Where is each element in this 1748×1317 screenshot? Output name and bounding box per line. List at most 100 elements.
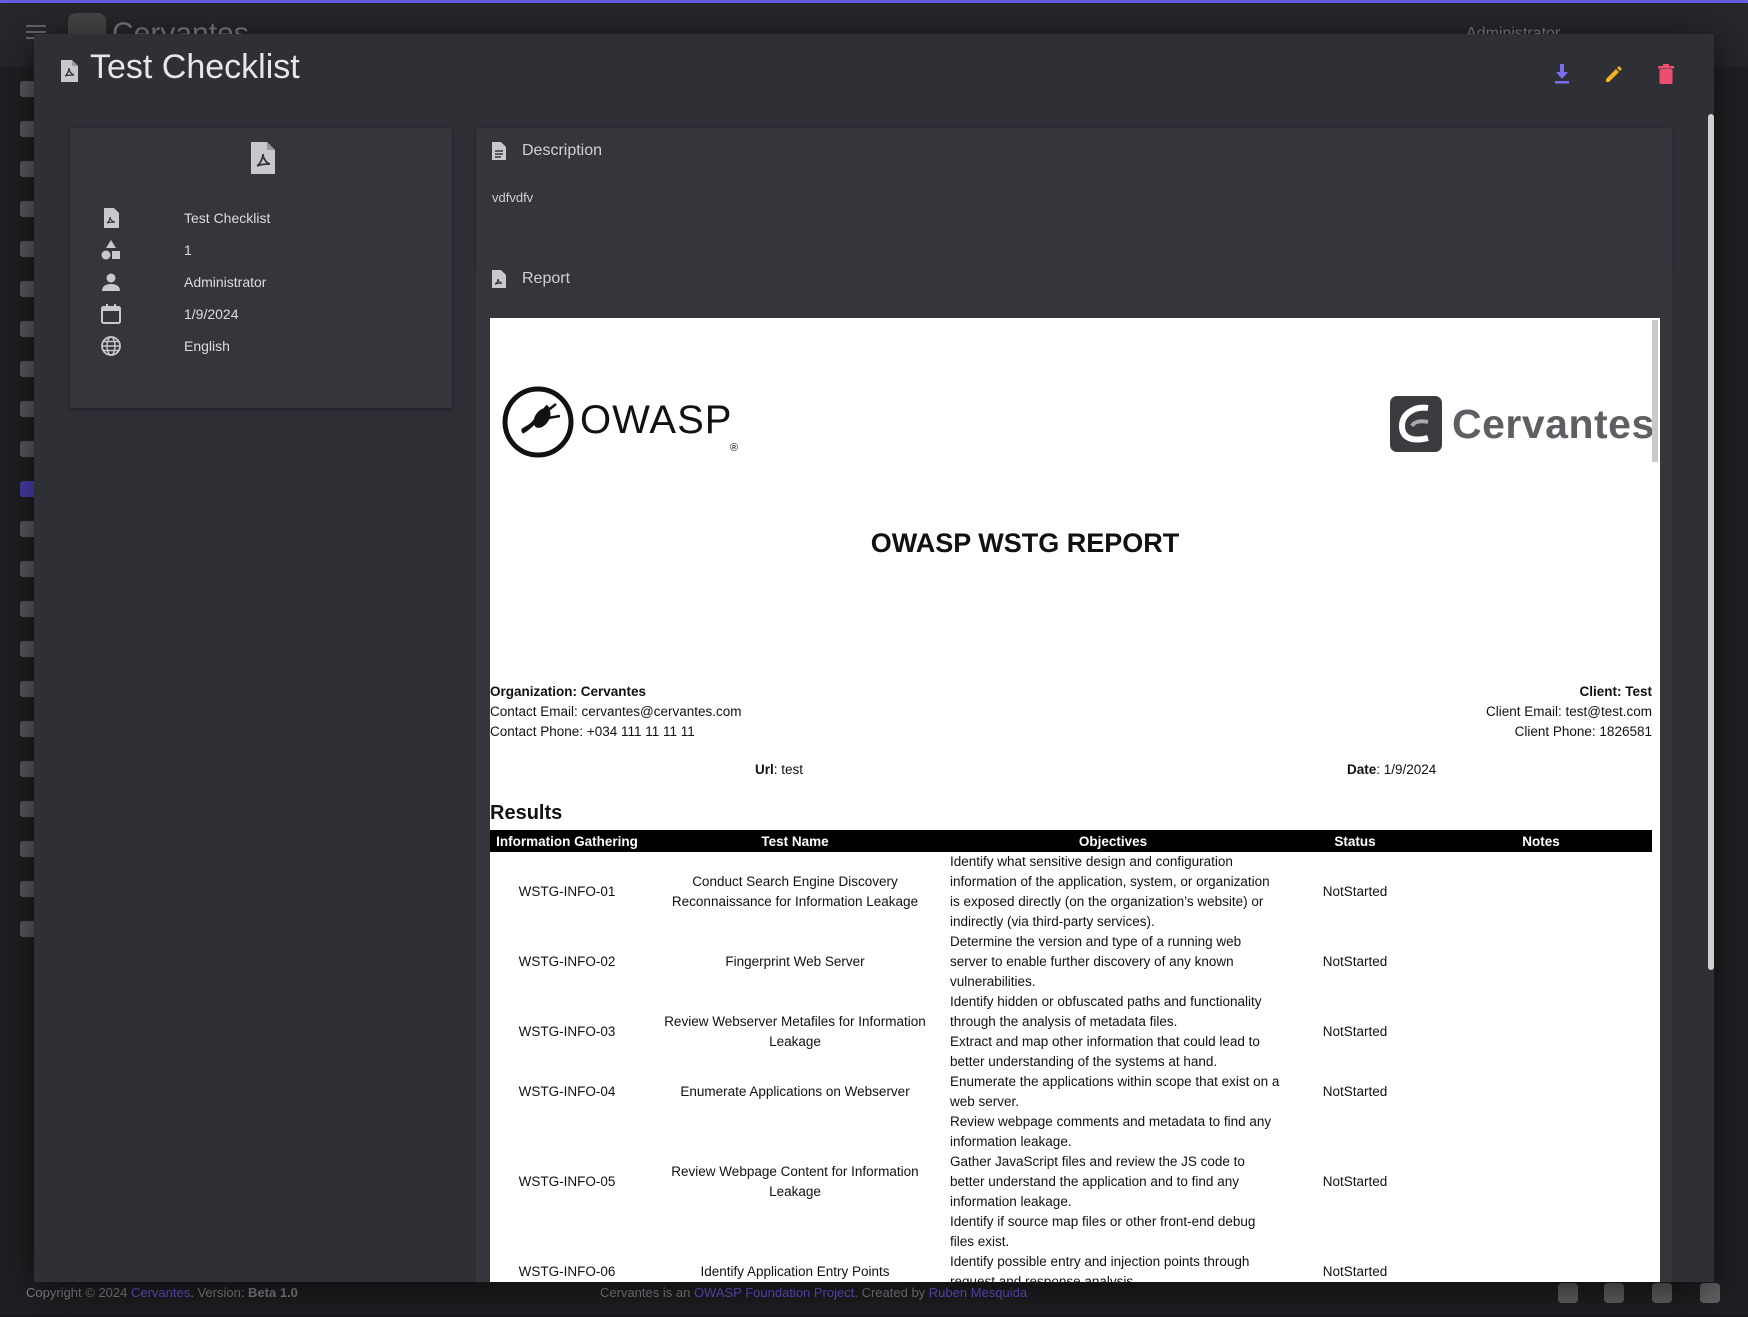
- test-id: WSTG-INFO-05: [518, 1174, 616, 1189]
- info-count: 1: [184, 242, 192, 258]
- contact-phone: Contact Phone: +034 111 11 11 11: [490, 724, 695, 739]
- test-objectives: Review webpage comments and metadata to …: [950, 1114, 1272, 1249]
- download-button[interactable]: [1548, 60, 1576, 88]
- trash-icon: [1658, 64, 1674, 84]
- test-name: Review Webpage Content for Information L…: [671, 1164, 919, 1199]
- test-notes: [1430, 1112, 1652, 1252]
- cervantes-logo-icon: [1390, 396, 1442, 452]
- description-icon: [492, 142, 506, 160]
- test-objectives: Identify possible entry and injection po…: [950, 1254, 1250, 1282]
- report-label: Report: [522, 270, 571, 287]
- client-email: Client Email: test@test.com: [1485, 704, 1652, 719]
- test-name: Review Webserver Metafiles for Informati…: [664, 1014, 926, 1049]
- column-header: Status: [1280, 830, 1430, 852]
- info-name-row: Test Checklist: [100, 206, 270, 230]
- info-user-row: Administrator: [100, 270, 266, 294]
- footer-cervantes-link[interactable]: Cervantes: [131, 1285, 190, 1300]
- owasp-logo-text: OWASP: [580, 398, 733, 442]
- edit-button[interactable]: [1600, 60, 1628, 88]
- description-heading: Description: [492, 142, 602, 160]
- test-id: WSTG-INFO-06: [518, 1264, 616, 1279]
- owasp-wasp-icon: [502, 386, 574, 458]
- delete-button[interactable]: [1652, 60, 1680, 88]
- test-notes: [1430, 1072, 1652, 1112]
- pdf-file-icon: [61, 60, 78, 82]
- info-date-row: 1/9/2024: [100, 302, 239, 326]
- twitter-icon[interactable]: [1558, 1283, 1578, 1303]
- test-name: Enumerate Applications on Webserver: [680, 1084, 910, 1099]
- download-icon: [1555, 64, 1569, 84]
- table-row: WSTG-INFO-01 Conduct Search Engine Disco…: [490, 852, 1652, 932]
- table-row: WSTG-INFO-03 Review Webserver Metafiles …: [490, 992, 1652, 1072]
- footer-owasp-link[interactable]: OWASP Foundation Project: [694, 1285, 854, 1300]
- table-row: WSTG-INFO-06 Identify Application Entry …: [490, 1252, 1652, 1282]
- dialog-title: Test Checklist: [90, 48, 300, 86]
- info-language-row: English: [100, 334, 230, 358]
- docs-icon[interactable]: [1652, 1283, 1672, 1303]
- test-status: NotStarted: [1322, 1024, 1388, 1039]
- dialog-header: Test Checklist: [34, 34, 1714, 112]
- info-language: English: [184, 338, 230, 354]
- report-preview[interactable]: OWASP ® Cervantes OWASP WSTG REPORT Orga…: [490, 318, 1660, 1282]
- report-date: Date: 1/9/2024: [1347, 762, 1437, 777]
- footer-author-link[interactable]: Ruben Mesquida: [929, 1285, 1027, 1300]
- results-heading: Results: [490, 802, 563, 824]
- results-header-row: Information Gathering Test Name Objectiv…: [490, 830, 1652, 852]
- organization-block: Organization: Cervantes Contact Email: c…: [490, 682, 742, 742]
- report-url: Url: test: [755, 762, 804, 777]
- description-text: vdfvdfv: [492, 190, 534, 205]
- calendar-icon: [101, 304, 121, 324]
- test-objectives: Identify hidden or obfuscated paths and …: [950, 994, 1262, 1069]
- test-notes: [1430, 932, 1652, 992]
- test-name: Conduct Search Engine Discovery Reconnai…: [671, 874, 919, 909]
- column-header: Test Name: [644, 830, 946, 852]
- organization-label: Organization:: [490, 684, 581, 699]
- info-date: 1/9/2024: [184, 306, 239, 322]
- checklist-info-card: Test Checklist 1 Administrator 1/9/2024 …: [70, 128, 452, 408]
- globe-icon: [101, 336, 121, 356]
- test-status: NotStarted: [1322, 1264, 1388, 1279]
- discord-icon[interactable]: [1604, 1283, 1624, 1303]
- table-row: WSTG-INFO-05 Review Webpage Content for …: [490, 1112, 1652, 1252]
- pdf-file-icon: [104, 208, 119, 228]
- footer-credits: Cervantes is an OWASP Foundation Project…: [600, 1285, 1028, 1300]
- test-status: NotStarted: [1322, 884, 1388, 899]
- report-preview-scrollbar[interactable]: [1652, 320, 1658, 462]
- report-title: OWASP WSTG REPORT: [870, 528, 1180, 558]
- test-name: Identify Application Entry Points: [700, 1264, 890, 1279]
- test-name: Fingerprint Web Server: [725, 954, 865, 969]
- info-user: Administrator: [184, 274, 267, 290]
- pdf-file-icon: [251, 142, 275, 174]
- results-table: Information Gathering Test Name Objectiv…: [490, 830, 1652, 1282]
- client-name: Test: [1625, 684, 1652, 699]
- pencil-icon: [1606, 66, 1622, 82]
- github-icon[interactable]: [1700, 1283, 1720, 1303]
- table-row: WSTG-INFO-02 Fingerprint Web Server Dete…: [490, 932, 1652, 992]
- footer-copyright: Copyright © 2024 Cervantes. Version: Bet…: [26, 1285, 298, 1300]
- test-status: NotStarted: [1322, 954, 1388, 969]
- test-id: WSTG-INFO-02: [518, 954, 616, 969]
- contact-email: Contact Email: cervantes@cervantes.com: [490, 704, 742, 719]
- test-status: NotStarted: [1322, 1084, 1388, 1099]
- client-label: Client:: [1579, 684, 1626, 699]
- column-header: Information Gathering: [490, 830, 644, 852]
- pdf-file-icon: [492, 270, 506, 288]
- client-phone: Client Phone: 1826581: [1514, 724, 1652, 739]
- checklist-dialog: Test Checklist Test Checklist 1 Administ…: [34, 34, 1714, 1282]
- report-heading: Report: [492, 270, 570, 288]
- cervantes-logo: Cervantes: [1390, 394, 1654, 454]
- cervantes-logo-text: Cervantes: [1452, 400, 1655, 447]
- info-name: Test Checklist: [184, 210, 271, 226]
- shapes-icon: [101, 240, 120, 260]
- table-row: WSTG-INFO-04 Enumerate Applications on W…: [490, 1072, 1652, 1112]
- test-id: WSTG-INFO-01: [518, 884, 616, 899]
- client-block: Client: Test Client Email: test@test.com…: [1486, 682, 1652, 742]
- test-notes: [1430, 1252, 1652, 1282]
- person-icon: [102, 273, 120, 291]
- registered-mark: ®: [730, 442, 739, 454]
- test-status: NotStarted: [1322, 1174, 1388, 1189]
- organization-name: Cervantes: [580, 684, 647, 699]
- test-objectives: Enumerate the applications within scope …: [950, 1074, 1280, 1109]
- test-id: WSTG-INFO-04: [518, 1084, 616, 1099]
- dialog-scrollbar[interactable]: [1708, 114, 1714, 970]
